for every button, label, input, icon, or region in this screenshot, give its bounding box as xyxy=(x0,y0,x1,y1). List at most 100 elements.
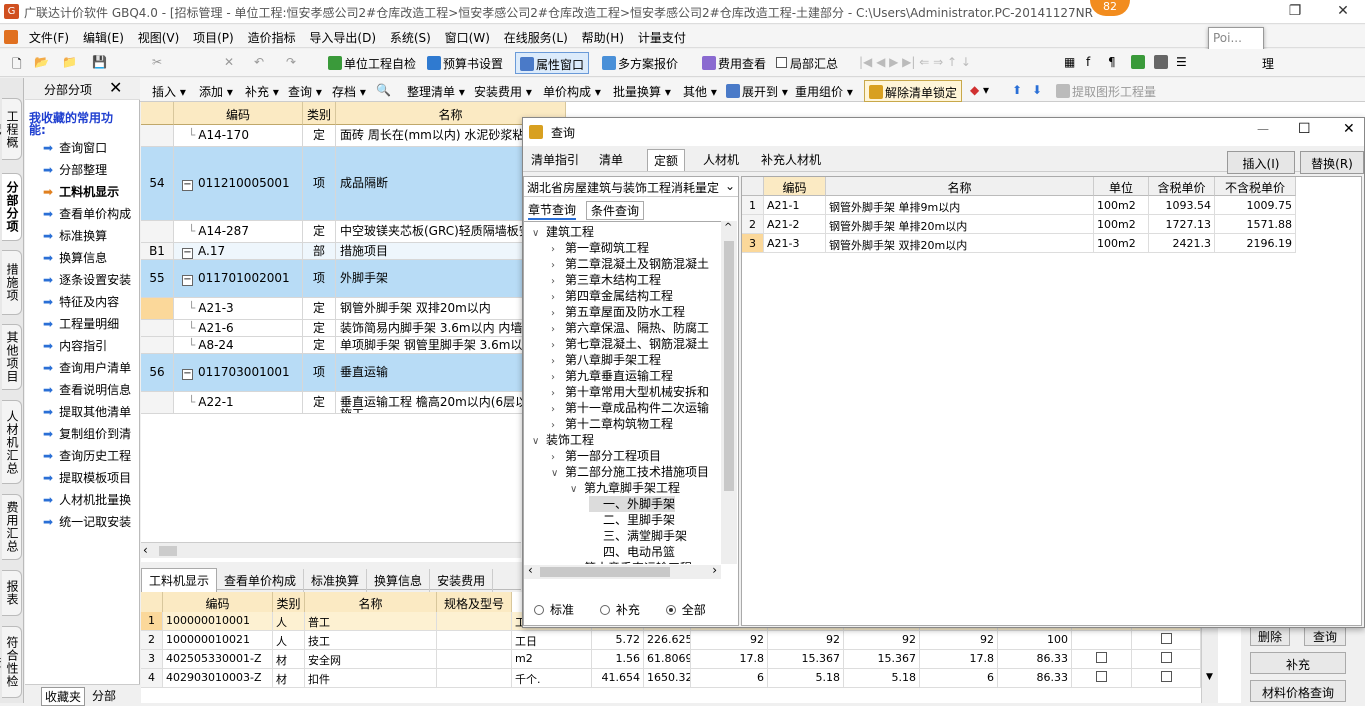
table-row[interactable]: B1− A.17 部措施项目 xyxy=(141,243,566,260)
supplement-button[interactable]: 补充 ▾ xyxy=(241,80,283,102)
book-icon[interactable] xyxy=(1127,52,1151,74)
install-fee-button[interactable]: 安装费用 ▾ xyxy=(470,80,536,102)
tree-node[interactable]: 一、外脚手架 xyxy=(589,496,676,512)
checkbox-cell[interactable] xyxy=(1072,650,1132,669)
multi-scheme-button[interactable]: 多方案报价 xyxy=(598,52,682,74)
find-icon[interactable]: 🔍 xyxy=(372,80,395,102)
move-down-icon[interactable]: ⬇ xyxy=(1028,80,1046,102)
tab-report[interactable]: 报表 xyxy=(2,570,22,616)
grid-cell[interactable]: 钢管外脚手架 单排20m以内 xyxy=(826,215,1094,234)
tab-labor-material-display[interactable]: 工料机显示 xyxy=(141,568,218,592)
material-price-query-button[interactable]: 材料价格查询 xyxy=(1250,680,1346,702)
tab-unit-composition[interactable]: 查看单价构成 xyxy=(217,569,305,592)
new-icon[interactable]: 🗋 xyxy=(8,52,26,74)
checkbox[interactable] xyxy=(1096,652,1107,663)
collapsed-icon[interactable]: › xyxy=(570,562,584,564)
tab-standard-convert[interactable]: 标准换算 xyxy=(304,569,368,592)
table-row[interactable]: 3 A21-3 钢管外脚手架 双排20m以内 100m2 2421.3 2196.19 xyxy=(742,234,1296,253)
menu-online[interactable]: 在线服务(L) xyxy=(499,25,573,46)
tidy-list-button[interactable]: 整理清单 ▾ xyxy=(403,80,469,102)
tree-node[interactable]: › 第十章常用大型机械安拆和 xyxy=(551,384,709,400)
tree-v-scrollbar[interactable]: ^ xyxy=(721,221,737,564)
expanded-icon[interactable]: ∨ xyxy=(570,482,584,498)
list-item[interactable]: ➡ 查看单价构成 xyxy=(43,205,139,222)
list-item[interactable]: ➡ 人材机批量换 xyxy=(43,491,139,508)
move-up-icon[interactable]: ⬆ xyxy=(1008,80,1026,102)
grid-cell[interactable]: 1727.13 xyxy=(1149,215,1215,234)
grid-cell[interactable]: 普工 xyxy=(305,612,437,631)
tree-node[interactable]: › 第一部分工程项目 xyxy=(551,448,661,464)
tree-node[interactable]: 四、电动吊篮 xyxy=(589,544,675,560)
grid-cell[interactable]: 5.18 xyxy=(844,669,920,688)
list-item[interactable]: ➡ 换算信息 xyxy=(43,249,139,266)
grid-cell[interactable]: 100m2 xyxy=(1094,196,1149,215)
menu-view[interactable]: 视图(V) xyxy=(133,25,185,46)
table-row[interactable]: 54−011210005001 项成品隔断 xyxy=(141,147,566,221)
tab-condition-query[interactable]: 条件查询 xyxy=(586,201,645,220)
table-row[interactable]: 56−011703001001 项垂直运输 xyxy=(141,354,566,392)
expanded-icon[interactable]: ∨ xyxy=(532,434,546,450)
checkbox[interactable] xyxy=(1160,633,1172,644)
menu-window[interactable]: 窗口(W) xyxy=(440,25,495,46)
tab-convert-info[interactable]: 换算信息 xyxy=(367,569,431,592)
expand-to-button[interactable]: 展开到 ▾ xyxy=(722,80,792,102)
tree-node[interactable]: › 第二章混凝土及钢筋混凝土 xyxy=(551,256,709,272)
column-header[interactable]: 单位 xyxy=(1094,177,1149,196)
archive-button[interactable]: 存档 ▾ xyxy=(328,80,370,102)
batch-convert-button[interactable]: 批量换算 ▾ xyxy=(609,80,675,102)
query-button[interactable]: 查询 ▾ xyxy=(284,80,326,102)
insert-button[interactable]: 插入 ▾ xyxy=(148,80,190,102)
list-item[interactable]: ➡ 提取其他清单 xyxy=(43,403,139,420)
collapse-icon[interactable]: − xyxy=(182,248,193,259)
table-row[interactable]: 2 A21-2 钢管外脚手架 单排20m以内 100m2 1727.13 1571.88 xyxy=(742,215,1296,234)
grid-cell[interactable]: 5.18 xyxy=(768,669,844,688)
grid-cell[interactable]: 钢管外脚手架 双排20m以内 xyxy=(826,234,1094,253)
grid-cell[interactable]: 41.654 xyxy=(592,669,644,688)
tab-install-fee[interactable]: 安装费用 xyxy=(430,569,494,592)
tab-favorites[interactable]: 收藏夹 xyxy=(41,687,86,706)
menu-file[interactable]: 文件(F) xyxy=(24,25,74,46)
expanded-icon[interactable]: ∨ xyxy=(532,226,546,242)
tree-node[interactable]: › 第九章垂直运输工程 xyxy=(551,368,673,384)
menu-project[interactable]: 项目(P) xyxy=(188,25,239,46)
grid-cell[interactable]: 1.56 xyxy=(592,650,644,669)
grid-cell[interactable]: 5.72 xyxy=(592,631,644,650)
grid-cell[interactable]: 17.8 xyxy=(920,650,998,669)
library-select[interactable]: 湖北省房屋建筑与装饰工程消耗量定 ⌄ xyxy=(524,177,738,197)
grid-cell[interactable]: 人 xyxy=(273,612,305,631)
table-row[interactable]: 1 A21-1 钢管外脚手架 单排9m以内 100m2 1093.54 1009.75 xyxy=(742,196,1296,215)
dialog-close-icon[interactable]: ✕ xyxy=(1343,121,1355,137)
list-item[interactable]: ➡ 统一记取安装 xyxy=(43,513,139,530)
grid-cell[interactable]: 100m2 xyxy=(1094,234,1149,253)
unlock-list-button[interactable]: 解除清单锁定 xyxy=(864,80,963,102)
column-header[interactable]: 名称 xyxy=(826,177,1094,196)
grid-cell[interactable]: 1650.32 xyxy=(644,669,691,688)
tab-labor-material[interactable]: 人材机汇总 xyxy=(2,400,22,484)
radio-all[interactable]: 全部 xyxy=(665,603,706,617)
unit-composition-button[interactable]: 单价构成 ▾ xyxy=(539,80,605,102)
list-item[interactable]: ➡ 工程量明细 xyxy=(43,315,139,332)
menu-payment[interactable]: 计量支付 xyxy=(633,25,691,46)
list-item[interactable]: ➡ 查看说明信息 xyxy=(43,381,139,398)
column-header[interactable]: 规格及型号 xyxy=(437,592,512,612)
column-header[interactable]: 类别 xyxy=(273,592,305,612)
h-scrollbar[interactable]: ‹ xyxy=(141,542,521,558)
partial-summary-checkbox[interactable]: 局部汇总 xyxy=(772,52,842,74)
tab-resources[interactable]: 人材机 xyxy=(697,149,745,171)
column-header[interactable]: 名称 xyxy=(305,592,437,612)
replace-quota-button[interactable]: 替换(R) xyxy=(1300,151,1364,174)
grid-cell[interactable]: 92 xyxy=(844,631,920,650)
checkbox[interactable] xyxy=(1096,671,1107,682)
grid-cell[interactable]: 安全网 xyxy=(305,650,437,669)
list-item[interactable]: ➡ 查询用户清单 xyxy=(43,359,139,376)
tree-node[interactable]: › 第五章屋面及防水工程 xyxy=(551,304,685,320)
redo-icon[interactable]: ↷ xyxy=(282,52,300,74)
supplement-resource-button[interactable]: 补充 xyxy=(1250,652,1346,674)
tab-list[interactable]: 清单 xyxy=(593,149,629,171)
property-window-button[interactable]: 属性窗口 xyxy=(515,52,590,74)
grid-cell[interactable]: 2421.3 xyxy=(1149,234,1215,253)
tree-node[interactable]: ›第十章垂直运输工程 xyxy=(570,560,692,564)
column-header[interactable]: 编码 xyxy=(163,592,273,612)
checkbox-cell[interactable] xyxy=(1072,669,1132,688)
grid-cell[interactable] xyxy=(437,669,512,688)
